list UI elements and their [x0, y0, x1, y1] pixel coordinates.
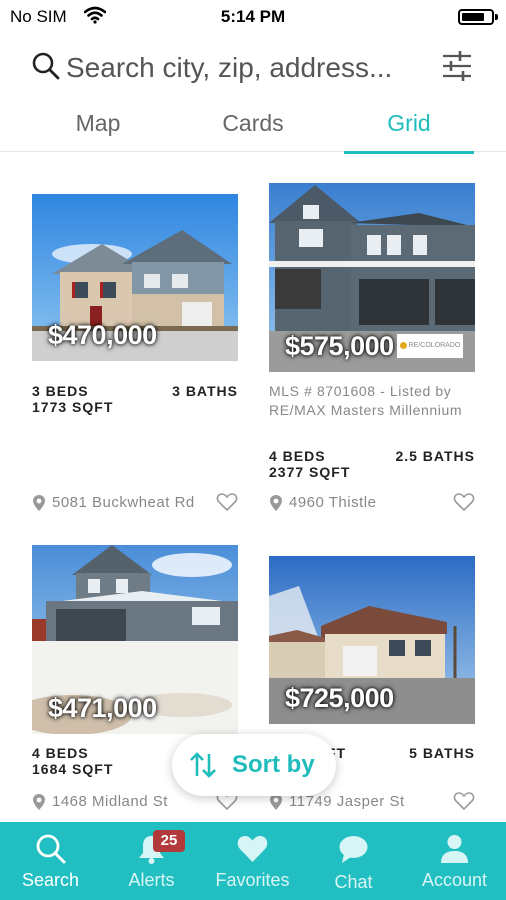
- tab-cards[interactable]: Cards: [188, 110, 318, 150]
- tab-grid[interactable]: Grid: [344, 110, 474, 154]
- heart-icon[interactable]: [216, 492, 238, 512]
- listing-specs: 3 BEDS 3 BATHS 1773 SQFT: [32, 383, 238, 415]
- map-pin-icon: [33, 495, 45, 511]
- listing-address: 1468 Midland St: [52, 793, 168, 810]
- sliders-icon[interactable]: [440, 48, 474, 84]
- bottom-nav: Search 25 Alerts Favorites Chat Account: [0, 822, 506, 900]
- listing-address-row: 4960 Thistle: [269, 492, 475, 514]
- nav-search-label: Search: [21, 870, 80, 890]
- view-tabs: Map Cards Grid: [0, 104, 506, 154]
- search-input[interactable]: [66, 48, 426, 88]
- heart-icon[interactable]: [453, 791, 475, 811]
- listing-beds: 4 BEDS: [269, 448, 326, 464]
- listing-price: $725,000: [285, 683, 394, 713]
- listing-baths: 5 BATHS: [409, 745, 475, 761]
- clock: 5:14 PM: [220, 7, 286, 26]
- nav-alerts-label: Alerts: [128, 870, 175, 890]
- listing-address-row: 5081 Buckwheat Rd: [32, 492, 238, 514]
- status-bar: No SIM 5:14 PM: [0, 0, 506, 34]
- sort-button[interactable]: Sort by: [172, 734, 336, 796]
- heart-icon[interactable]: [453, 492, 475, 512]
- tab-map-label: Map: [75, 110, 121, 136]
- heart-icon: [237, 836, 268, 862]
- listing-beds: 4 BEDS: [32, 745, 89, 761]
- tab-grid-label: Grid: [387, 110, 431, 136]
- nav-account[interactable]: Account: [404, 822, 505, 900]
- listing-beds: 3 BEDS: [32, 383, 89, 399]
- search-icon[interactable]: [30, 50, 62, 82]
- search-icon: [36, 834, 66, 864]
- tab-map[interactable]: Map: [33, 110, 163, 150]
- listing-baths: 2.5 BATHS: [395, 448, 475, 464]
- listing-sqft: 1773 SQFT: [32, 399, 114, 415]
- listing-specs: 4 BEDS 2.5 BATHS 2377 SQFT: [269, 448, 475, 480]
- brokerage-logo: RE/COLORADO: [397, 334, 463, 358]
- listing-sqft: 2377 SQFT: [269, 464, 351, 480]
- battery-icon: [458, 9, 498, 25]
- nav-chat[interactable]: Chat: [303, 822, 404, 900]
- person-icon: [441, 835, 468, 863]
- active-tab-indicator: [344, 151, 474, 154]
- sort-arrows-icon: [190, 752, 216, 778]
- listing-photo[interactable]: $725,000: [269, 556, 475, 724]
- listing-mls-info: MLS # 8701608 - Listed by RE/MAX Masters…: [269, 383, 463, 418]
- nav-chat-label: Chat: [334, 872, 373, 892]
- listing-baths: 3 BATHS: [172, 383, 238, 399]
- listing-photo[interactable]: $470,000: [32, 194, 238, 361]
- nav-search[interactable]: Search: [0, 822, 101, 900]
- nav-alerts[interactable]: 25 Alerts: [101, 822, 202, 900]
- listing-photo[interactable]: $471,000: [32, 545, 238, 734]
- listing-price: $575,000: [285, 331, 394, 361]
- listing-price: $471,000: [48, 693, 157, 723]
- map-pin-icon: [33, 794, 45, 810]
- listing-price: $470,000: [48, 320, 157, 350]
- nav-favorites[interactable]: Favorites: [202, 822, 303, 900]
- listing-address: 5081 Buckwheat Rd: [52, 494, 195, 511]
- search-bar: [0, 40, 506, 96]
- nav-account-label: Account: [421, 870, 488, 890]
- listing-address: 4960 Thistle: [289, 494, 377, 511]
- sort-label: Sort by: [232, 751, 315, 778]
- nav-favorites-label: Favorites: [215, 870, 290, 890]
- alerts-badge: 25: [153, 830, 185, 852]
- listing-photo[interactable]: $575,000 RE/COLORADO: [269, 183, 475, 372]
- map-pin-icon: [270, 495, 282, 511]
- tab-cards-label: Cards: [222, 110, 284, 136]
- chat-bubble-icon: [339, 836, 368, 863]
